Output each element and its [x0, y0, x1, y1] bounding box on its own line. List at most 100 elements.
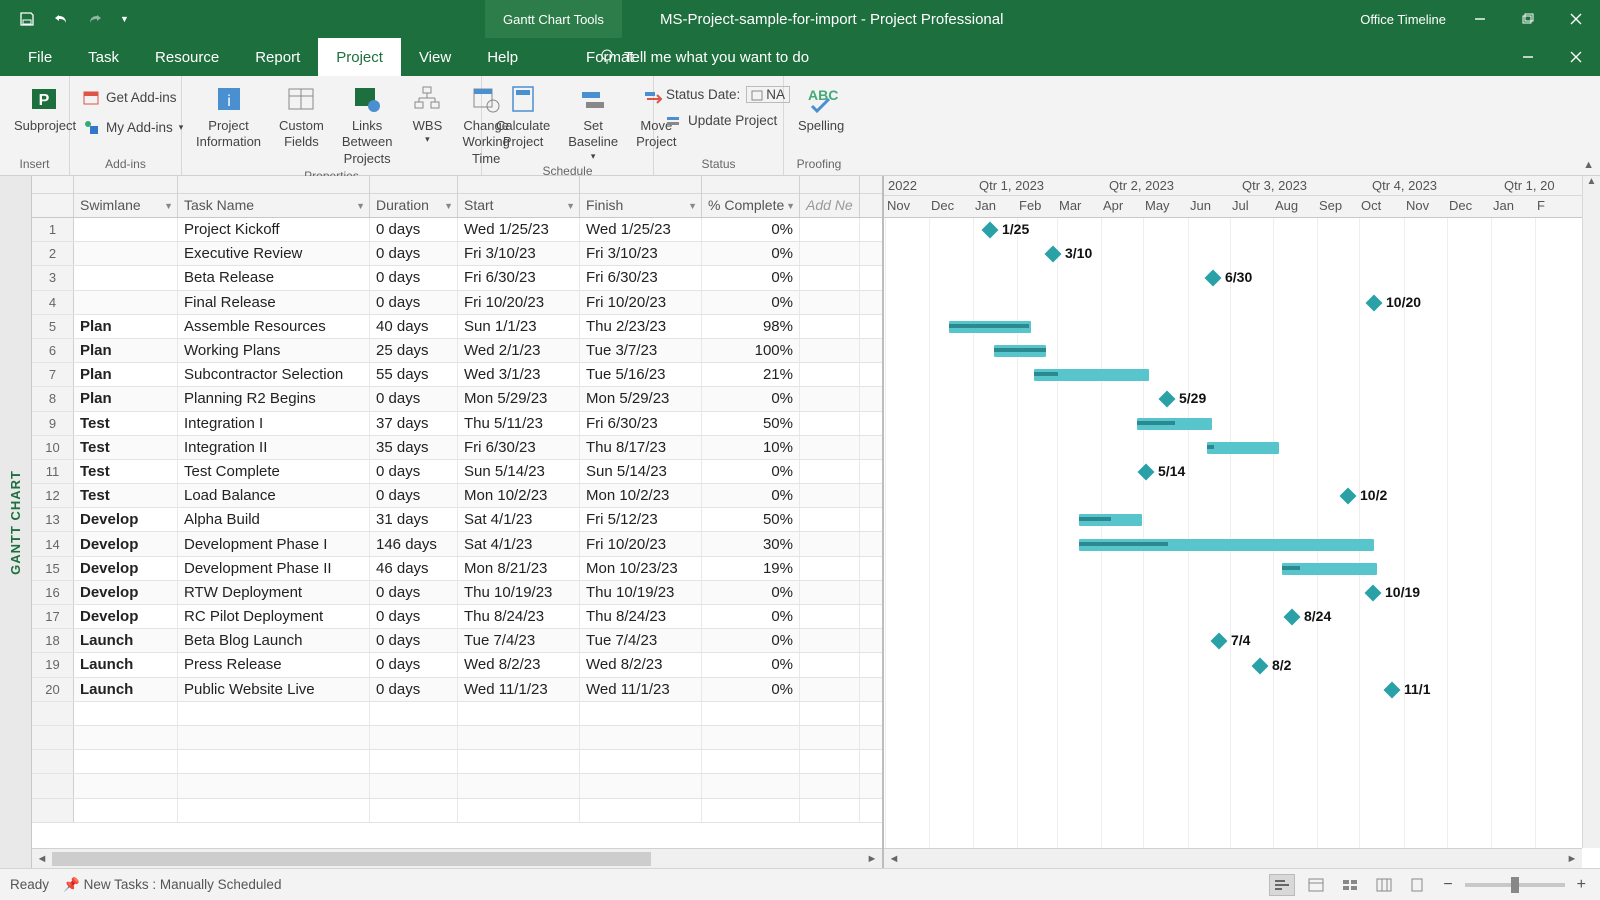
cell-duration[interactable]: 0 days [370, 653, 458, 676]
cell-pct[interactable]: 19% [702, 557, 800, 580]
cell-task-name[interactable]: Integration I [178, 412, 370, 435]
cell-empty[interactable] [800, 412, 860, 435]
qat-dropdown-icon[interactable]: ▼ [120, 14, 129, 24]
tell-me-search[interactable]: Tell me what you want to do [598, 38, 809, 76]
table-row[interactable]: 17DevelopRC Pilot Deployment0 daysThu 8/… [32, 605, 882, 629]
gantt-vscrollbar[interactable]: ▲ [1582, 176, 1600, 848]
save-icon[interactable] [18, 10, 36, 28]
cell-duration[interactable]: 0 days [370, 678, 458, 701]
zoom-slider[interactable] [1465, 883, 1565, 887]
scroll-up-icon[interactable]: ▲ [1583, 176, 1600, 194]
cell-pct[interactable]: 0% [702, 581, 800, 604]
cell-start[interactable]: Wed 3/1/23 [458, 363, 580, 386]
table-row[interactable]: 19LaunchPress Release0 daysWed 8/2/23Wed… [32, 653, 882, 677]
cell-swimlane[interactable] [74, 218, 178, 241]
cell-finish[interactable]: Wed 8/2/23 [580, 653, 702, 676]
task-bar[interactable] [1079, 539, 1374, 551]
cell-task-name[interactable]: RTW Deployment [178, 581, 370, 604]
cell-swimlane[interactable]: Plan [74, 387, 178, 410]
milestone-diamond[interactable] [1205, 270, 1222, 287]
cell-start[interactable]: Mon 8/21/23 [458, 557, 580, 580]
cell-pct[interactable]: 0% [702, 291, 800, 314]
cell-finish[interactable]: Thu 8/17/23 [580, 436, 702, 459]
row-number[interactable]: 6 [32, 339, 74, 362]
cell-duration[interactable]: 35 days [370, 436, 458, 459]
row-number[interactable]: 7 [32, 363, 74, 386]
wbs-button[interactable]: WBS▾ [404, 80, 450, 148]
ribbon-close-button[interactable] [1552, 38, 1600, 76]
cell-swimlane[interactable] [74, 242, 178, 265]
cell-duration[interactable]: 0 days [370, 291, 458, 314]
table-row[interactable]: 18LaunchBeta Blog Launch0 daysTue 7/4/23… [32, 629, 882, 653]
cell-task-name[interactable]: Beta Release [178, 266, 370, 289]
set-baseline-button[interactable]: Set Baseline▾ [562, 80, 624, 164]
cell-start[interactable]: Thu 10/19/23 [458, 581, 580, 604]
links-between-projects-button[interactable]: Links Between Projects [336, 80, 399, 169]
redo-icon[interactable] [86, 10, 104, 28]
row-number[interactable]: 19 [32, 653, 74, 676]
cell-start[interactable]: Sat 4/1/23 [458, 508, 580, 531]
cell-start[interactable]: Fri 6/30/23 [458, 266, 580, 289]
cell-empty[interactable] [800, 266, 860, 289]
cell-duration[interactable]: 40 days [370, 315, 458, 338]
cell-finish[interactable]: Mon 10/2/23 [580, 484, 702, 507]
cell-finish[interactable]: Fri 6/30/23 [580, 412, 702, 435]
table-row[interactable]: 20LaunchPublic Website Live0 daysWed 11/… [32, 678, 882, 702]
cell-finish[interactable]: Thu 8/24/23 [580, 605, 702, 628]
cell-duration[interactable]: 0 days [370, 218, 458, 241]
cell-task-name[interactable]: RC Pilot Deployment [178, 605, 370, 628]
cell-start[interactable]: Wed 2/1/23 [458, 339, 580, 362]
cell-start[interactable]: Fri 6/30/23 [458, 436, 580, 459]
cell-task-name[interactable]: Subcontractor Selection [178, 363, 370, 386]
cell-finish[interactable]: Tue 3/7/23 [580, 339, 702, 362]
tab-report[interactable]: Report [237, 38, 318, 76]
row-number[interactable]: 9 [32, 412, 74, 435]
table-row[interactable]: 15DevelopDevelopment Phase II46 daysMon … [32, 557, 882, 581]
cell-duration[interactable]: 25 days [370, 339, 458, 362]
cell-empty[interactable] [800, 387, 860, 410]
cell-empty[interactable] [800, 218, 860, 241]
undo-icon[interactable] [52, 10, 70, 28]
plugin-label[interactable]: Office Timeline [1350, 12, 1456, 27]
cell-start[interactable]: Sun 1/1/23 [458, 315, 580, 338]
table-row[interactable]: 13DevelopAlpha Build31 daysSat 4/1/23Fri… [32, 508, 882, 532]
cell-pct[interactable]: 0% [702, 653, 800, 676]
cell-pct[interactable]: 0% [702, 387, 800, 410]
cell-swimlane[interactable]: Test [74, 436, 178, 459]
view-side-label[interactable]: GANTT CHART [0, 176, 32, 868]
scroll-right-icon[interactable]: ► [1562, 853, 1582, 865]
table-row[interactable]: 1Project Kickoff0 daysWed 1/25/23Wed 1/2… [32, 218, 882, 242]
cell-pct[interactable]: 0% [702, 242, 800, 265]
cell-pct[interactable]: 0% [702, 218, 800, 241]
tab-task[interactable]: Task [70, 38, 137, 76]
cell-swimlane[interactable]: Test [74, 460, 178, 483]
cell-swimlane[interactable]: Plan [74, 339, 178, 362]
col-pct-complete[interactable]: % Complete▼ [702, 176, 800, 217]
cell-duration[interactable]: 55 days [370, 363, 458, 386]
table-row[interactable] [32, 774, 882, 798]
cell-swimlane[interactable]: Launch [74, 653, 178, 676]
row-number[interactable]: 1 [32, 218, 74, 241]
table-row[interactable] [32, 726, 882, 750]
cell-finish[interactable]: Tue 5/16/23 [580, 363, 702, 386]
cell-duration[interactable]: 46 days [370, 557, 458, 580]
sheet-body[interactable]: 1Project Kickoff0 daysWed 1/25/23Wed 1/2… [32, 218, 882, 848]
custom-fields-button[interactable]: Custom Fields [273, 80, 330, 153]
cell-pct[interactable]: 100% [702, 339, 800, 362]
cell-task-name[interactable]: Working Plans [178, 339, 370, 362]
cell-task-name[interactable]: Alpha Build [178, 508, 370, 531]
cell-pct[interactable]: 0% [702, 678, 800, 701]
cell-task-name[interactable]: Integration II [178, 436, 370, 459]
cell-pct[interactable]: 50% [702, 508, 800, 531]
cell-task-name[interactable]: Public Website Live [178, 678, 370, 701]
cell-swimlane[interactable]: Plan [74, 363, 178, 386]
cell-duration[interactable]: 31 days [370, 508, 458, 531]
cell-empty[interactable] [800, 678, 860, 701]
calculate-project-button[interactable]: Calculate Project [490, 80, 556, 153]
tab-file[interactable]: File [10, 38, 70, 76]
cell-swimlane[interactable]: Launch [74, 629, 178, 652]
milestone-diamond[interactable] [1365, 585, 1382, 602]
cell-duration[interactable]: 37 days [370, 412, 458, 435]
col-rownum[interactable] [32, 176, 74, 217]
cell-task-name[interactable]: Beta Blog Launch [178, 629, 370, 652]
